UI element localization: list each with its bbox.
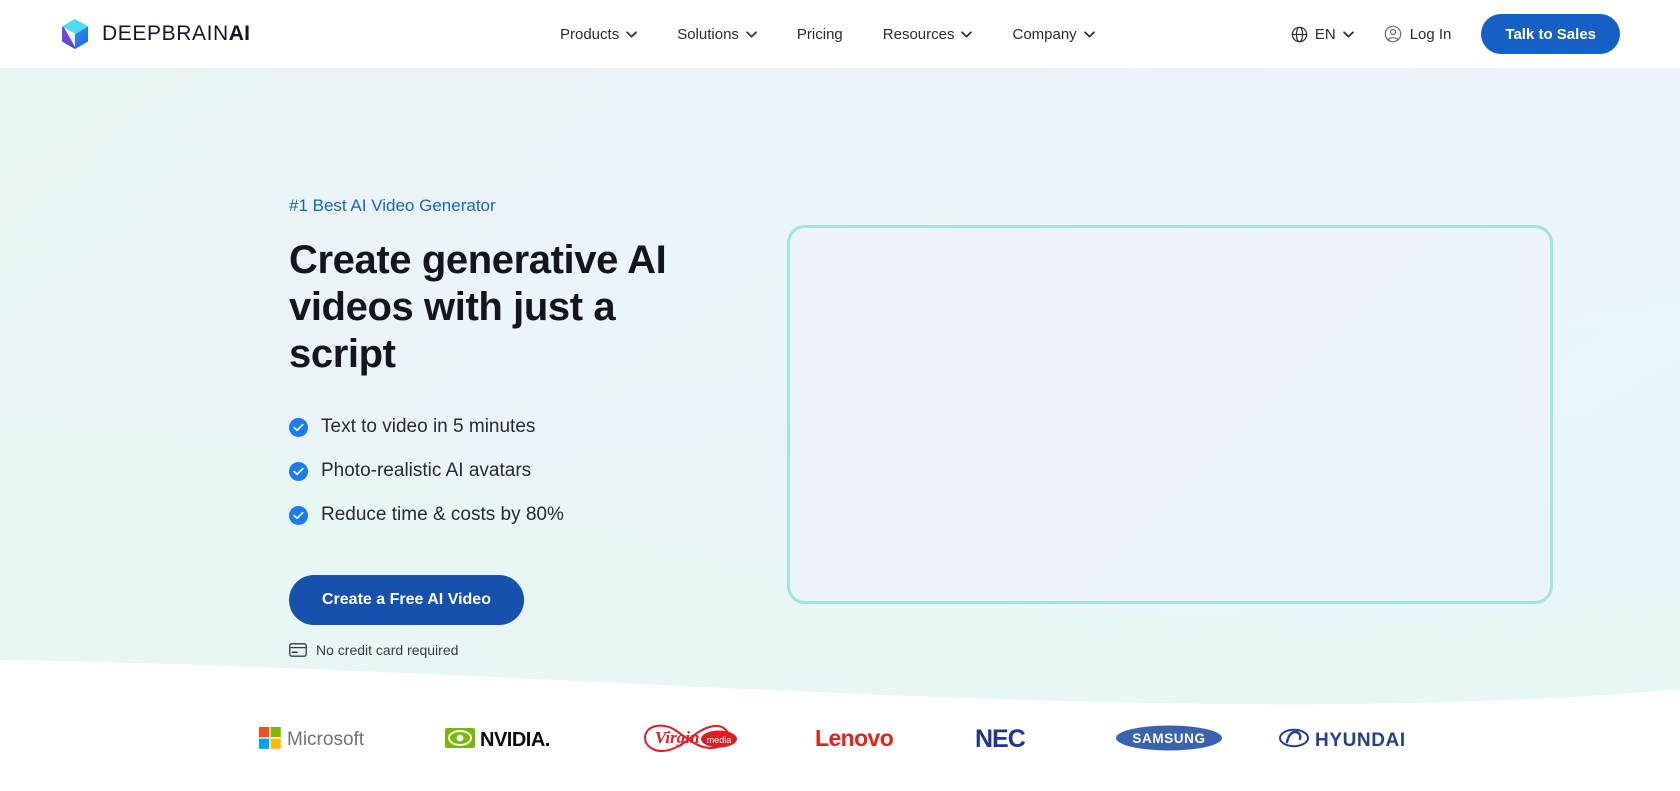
page-root: DEEPBRAINAI Products Solutions Pricing R…: [0, 0, 1680, 791]
main-navigation: Products Solutions Pricing Resources Com…: [540, 0, 1115, 68]
deepbrain-cube-icon: [62, 19, 88, 49]
globe-icon: [1291, 26, 1308, 42]
feature-item: Photo-realistic AI avatars: [289, 460, 719, 482]
nav-label: Company: [1012, 25, 1077, 43]
hero-headline: Create generative AI videos with just a …: [289, 237, 719, 377]
hyundai-logo: HYUNDAI: [1279, 718, 1421, 758]
samsung-logo: SAMSUNG: [1115, 718, 1223, 758]
nvidia-logo: NVIDIA.: [445, 718, 585, 758]
site-header: DEEPBRAINAI Products Solutions Pricing R…: [0, 0, 1680, 68]
brand-name-main: DEEPBRAIN: [102, 22, 229, 45]
svg-text:NEC: NEC: [975, 725, 1026, 752]
chevron-down-icon: [1342, 30, 1354, 37]
header-actions: EN Log In Talk to Sales: [1277, 0, 1620, 68]
login-label: Log In: [1409, 25, 1452, 43]
create-free-ai-video-button[interactable]: Create a Free AI Video: [289, 575, 524, 626]
feature-label: Text to video in 5 minutes: [321, 416, 536, 438]
svg-text:media: media: [707, 735, 732, 745]
no-credit-card-note: No credit card required: [289, 642, 719, 658]
feature-item: Reduce time & costs by 80%: [289, 504, 719, 526]
hero-headline-line2: videos with just a script: [289, 284, 616, 376]
brand-name-accent: AI: [228, 22, 251, 45]
svg-text:HYUNDAI: HYUNDAI: [1315, 730, 1406, 751]
hero-headline-line1: Create generative AI: [289, 238, 667, 282]
no-credit-card-label: No credit card required: [316, 642, 459, 659]
nec-logo: NEC: [975, 718, 1059, 758]
svg-text:Lenovo: Lenovo: [815, 725, 894, 751]
check-circle-icon: [289, 461, 308, 481]
nav-item-products[interactable]: Products: [540, 0, 657, 68]
nav-label: Pricing: [796, 25, 843, 43]
brand-logo[interactable]: DEEPBRAINAI: [60, 17, 250, 51]
feature-label: Reduce time & costs by 80%: [321, 504, 564, 526]
svg-text:NVIDIA.: NVIDIA.: [480, 729, 550, 751]
svg-text:Microsoft: Microsoft: [287, 729, 365, 750]
language-selector[interactable]: EN: [1277, 26, 1368, 43]
language-label: EN: [1314, 25, 1336, 43]
chevron-down-icon: [1083, 30, 1095, 37]
nav-item-company[interactable]: Company: [992, 0, 1114, 68]
feature-item: Text to video in 5 minutes: [289, 416, 719, 438]
login-button[interactable]: Log In: [1368, 25, 1468, 43]
svg-text:Virgin: Virgin: [655, 728, 699, 747]
credit-card-icon: [289, 643, 307, 658]
nav-label: Solutions: [677, 25, 739, 43]
nav-item-solutions[interactable]: Solutions: [657, 0, 777, 68]
nav-label: Resources: [882, 25, 955, 43]
nav-item-pricing[interactable]: Pricing: [777, 0, 863, 68]
nav-item-resources[interactable]: Resources: [863, 0, 993, 68]
feature-label: Photo-realistic AI avatars: [321, 460, 532, 482]
hero-content: #1 Best AI Video Generator Create genera…: [289, 196, 719, 658]
user-circle-icon: [1384, 25, 1401, 43]
chevron-down-icon: [626, 30, 638, 37]
brand-logo-text: DEEPBRAINAI: [102, 22, 250, 46]
hero-video-panel[interactable]: [787, 225, 1553, 604]
nav-label: Products: [560, 25, 620, 43]
check-circle-icon: [289, 417, 308, 437]
microsoft-logo: Microsoft: [259, 718, 389, 758]
svg-text:SAMSUNG: SAMSUNG: [1132, 731, 1205, 746]
lenovo-logo: Lenovo: [815, 718, 919, 758]
virgin-media-logo: Virgin media: [641, 718, 759, 758]
check-circle-icon: [289, 505, 308, 525]
chevron-down-icon: [961, 30, 973, 37]
talk-to-sales-button[interactable]: Talk to Sales: [1481, 14, 1620, 54]
customer-logo-strip: Microsoft NVIDIA. Virgin media Lenovo NE…: [0, 715, 1680, 761]
hero-eyebrow: #1 Best AI Video Generator: [289, 196, 496, 215]
chevron-down-icon: [746, 30, 757, 37]
hero-feature-list: Text to video in 5 minutes Photo-realist…: [289, 416, 719, 526]
